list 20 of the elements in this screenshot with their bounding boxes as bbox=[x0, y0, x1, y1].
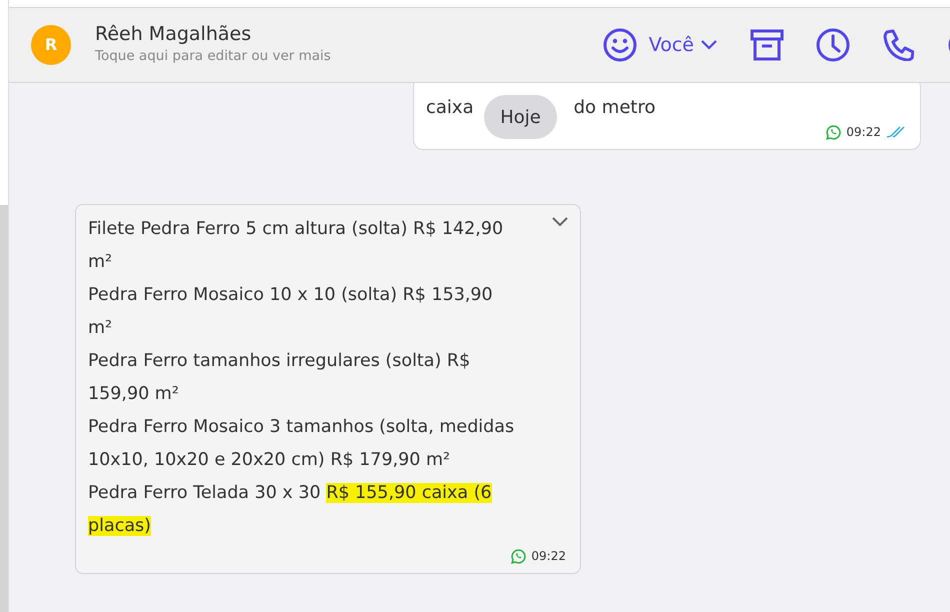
message-text: caixa bbox=[426, 96, 474, 120]
message-line: Pedra Ferro Mosaico 10 x 10 (solta) R$ 153,90 m² bbox=[88, 284, 494, 340]
date-pill: Hoje bbox=[484, 95, 557, 139]
message-time: 09:22 bbox=[531, 548, 566, 565]
contact-name[interactable]: Rêeh Magalhães bbox=[95, 23, 331, 46]
whatsapp-icon bbox=[826, 124, 842, 140]
message-line: Filete Pedra Ferro 5 cm altura (solta) R$ 142,90 m² bbox=[88, 218, 504, 274]
phone-icon[interactable] bbox=[882, 29, 914, 61]
message-line: Pedra Ferro tamanhos irregulares (solta) R$ 159,90 m² bbox=[88, 350, 472, 406]
smiley-icon[interactable] bbox=[602, 28, 637, 62]
clock-icon[interactable] bbox=[816, 28, 850, 62]
archive-icon[interactable] bbox=[750, 29, 784, 61]
contact-subtitle: Toque aqui para editar ou ver mais bbox=[95, 47, 331, 66]
agent-dropdown[interactable]: Você bbox=[648, 30, 718, 60]
message-text: do metro bbox=[574, 96, 656, 120]
whatsapp-icon bbox=[511, 548, 526, 564]
message-line: Pedra Ferro Mosaico 3 tamanhos (solta, medidas 10x10, 10x20 e 20x20 cm) R$ 179,90 m² bbox=[88, 416, 516, 472]
caret-icon[interactable] bbox=[700, 39, 718, 51]
message-time: 09:22 bbox=[846, 124, 881, 141]
chevron-down-icon[interactable] bbox=[552, 217, 568, 227]
